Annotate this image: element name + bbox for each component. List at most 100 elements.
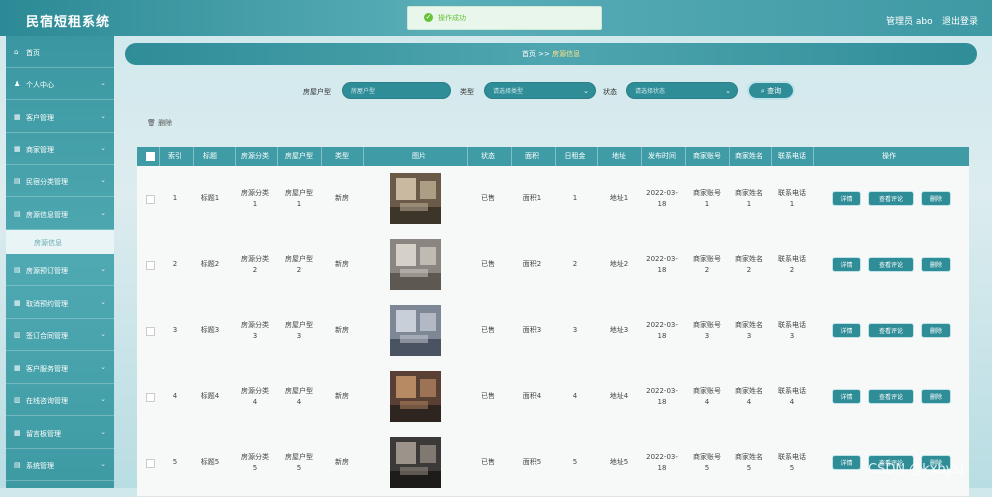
cell-phone: 联系电话 2 bbox=[768, 254, 816, 276]
chevron-down-icon: ⌄ bbox=[100, 112, 106, 120]
sidebar-item-3[interactable]: ▦ 商家管理 ⌄ bbox=[6, 133, 114, 165]
divider bbox=[6, 480, 114, 481]
chevron-down-icon: ⌄ bbox=[100, 176, 106, 184]
table-row: 4 标题4 房源分类 4 房屋户型 4 新房 已售 面积4 4 地址4 2022-03- 18 商家账号 4… bbox=[137, 364, 969, 431]
chevron-down-icon: ⌄ bbox=[100, 79, 106, 87]
cell-phone: 联系电话 4 bbox=[768, 386, 816, 408]
cell-line: 房源分类 bbox=[241, 453, 269, 461]
status-filter-select[interactable]: 请选择状态 ⌄ bbox=[626, 82, 738, 99]
cell-line: 4 bbox=[746, 398, 752, 406]
sidebar-item-label: 取消预约管理 bbox=[26, 300, 68, 308]
sidebar-item-5[interactable]: ▤ 房源信息管理 ⌄ bbox=[6, 198, 114, 230]
menu-icon: ▦ bbox=[14, 145, 21, 153]
cell-line: 房屋户型 bbox=[285, 321, 313, 329]
breadcrumb-home[interactable]: 首页 bbox=[522, 50, 536, 58]
view-comments-button[interactable]: 查看评论 bbox=[868, 191, 914, 206]
detail-button[interactable]: 详情 bbox=[832, 323, 861, 338]
cell-line: 18 bbox=[657, 266, 667, 274]
delete-button[interactable]: 删除 bbox=[921, 191, 951, 206]
type-filter-select[interactable]: 请选择类型 ⌄ bbox=[484, 82, 596, 99]
delete-button[interactable]: 删除 bbox=[921, 257, 951, 272]
cell-line: 4 bbox=[252, 398, 258, 406]
table-row: 1 标题1 房源分类 1 房屋户型 1 新房 已售 面积1 1 地址1 2022-03- 18 商家账号 1… bbox=[137, 166, 969, 233]
header-divider bbox=[467, 147, 468, 166]
delete-button[interactable]: 删除 bbox=[921, 389, 951, 404]
logout-link[interactable]: 退出登录 bbox=[942, 14, 978, 27]
sidebar-item-12[interactable]: ▤ 系统管理 ⌄ bbox=[6, 449, 114, 481]
cell-line: 18 bbox=[657, 200, 667, 208]
cell-cat: 房源分类 5 bbox=[231, 452, 279, 474]
header-divider bbox=[277, 147, 278, 166]
watermark: CSDN @kxbysj bbox=[868, 462, 964, 477]
view-comments-button[interactable]: 查看评论 bbox=[868, 389, 914, 404]
cell-line: 5 bbox=[746, 464, 752, 472]
column-header: 房源分类 bbox=[241, 152, 269, 160]
sidebar-subitem-listings[interactable]: 房源信息 bbox=[6, 230, 114, 254]
cell-date: 2022-03- 18 bbox=[638, 452, 686, 474]
cell-area: 面积2 bbox=[522, 260, 542, 268]
sidebar-item-6[interactable]: ▤ 房源预订管理 ⌄ bbox=[6, 254, 114, 286]
chevron-down-icon: ⌄ bbox=[100, 330, 106, 338]
sidebar-item-label: 个人中心 bbox=[26, 81, 54, 89]
sidebar-item-7[interactable]: ▦ 取消预约管理 ⌄ bbox=[6, 287, 114, 319]
cell-rent: 1 bbox=[572, 194, 578, 202]
cell-line: 商家账号 bbox=[693, 453, 721, 461]
header-divider bbox=[511, 147, 512, 166]
layout-filter-input[interactable]: 房屋户型 bbox=[342, 82, 451, 99]
header-divider bbox=[771, 147, 772, 166]
cell-status: 已售 bbox=[481, 326, 495, 334]
sidebar-item-2[interactable]: ▦ 客户管理 ⌄ bbox=[6, 101, 114, 133]
batch-delete-button[interactable]: 🗑 删除 bbox=[147, 118, 172, 128]
cell-acct: 商家账号 1 bbox=[683, 188, 731, 210]
cell-date: 2022-03- 18 bbox=[638, 254, 686, 276]
cell-line: 2 bbox=[704, 266, 710, 274]
header-divider bbox=[235, 147, 236, 166]
detail-button[interactable]: 详情 bbox=[832, 455, 861, 470]
column-header: 联系电话 bbox=[778, 152, 806, 160]
view-comments-button[interactable]: 查看评论 bbox=[868, 323, 914, 338]
sidebar-item-label: 客户管理 bbox=[26, 114, 54, 122]
cell-line: 2022-03- bbox=[646, 321, 678, 329]
sidebar-item-1[interactable]: ♟ 个人中心 ⌄ bbox=[6, 68, 114, 100]
menu-icon: ▤ bbox=[14, 461, 21, 469]
detail-button[interactable]: 详情 bbox=[832, 191, 861, 206]
cell-line: 3 bbox=[296, 332, 302, 340]
cell-line: 3 bbox=[789, 332, 795, 340]
cell-status: 已售 bbox=[481, 392, 495, 400]
sidebar-item-0[interactable]: ⌂ 首页 bbox=[6, 36, 114, 68]
cell-line: 房屋户型 bbox=[285, 387, 313, 395]
cell-layout: 房屋户型 1 bbox=[275, 188, 323, 210]
sidebar-item-label: 房源预订管理 bbox=[26, 267, 68, 275]
sidebar-item-10[interactable]: ▥ 在线咨询管理 ⌄ bbox=[6, 384, 114, 416]
cell-kind: 新房 bbox=[335, 260, 349, 268]
layout-filter-placeholder: 房屋户型 bbox=[351, 88, 376, 95]
cell-line: 房屋户型 bbox=[285, 453, 313, 461]
cell-line: 联系电话 bbox=[778, 255, 806, 263]
cell-phone: 联系电话 5 bbox=[768, 452, 816, 474]
header-divider bbox=[813, 147, 814, 166]
view-comments-button[interactable]: 查看评论 bbox=[868, 257, 914, 272]
cell-line: 3 bbox=[746, 332, 752, 340]
sidebar-item-8[interactable]: ▥ 签订合同管理 ⌄ bbox=[6, 319, 114, 351]
cell-line: 5 bbox=[252, 464, 258, 472]
toast-text: 操作成功 bbox=[438, 14, 466, 22]
menu-icon: ▦ bbox=[14, 429, 21, 437]
cell-line: 2022-03- bbox=[646, 453, 678, 461]
listing-photo bbox=[390, 173, 441, 224]
sidebar-item-label: 留言板管理 bbox=[26, 430, 61, 438]
search-button[interactable]: ⌕ 查询 bbox=[747, 81, 795, 100]
cell-line: 2 bbox=[789, 266, 795, 274]
sidebar-item-label: 房源信息管理 bbox=[26, 211, 68, 219]
detail-button[interactable]: 详情 bbox=[832, 257, 861, 272]
sidebar-item-11[interactable]: ▦ 留言板管理 ⌄ bbox=[6, 417, 114, 449]
sidebar-item-9[interactable]: ▦ 客户服务管理 ⌄ bbox=[6, 352, 114, 384]
cell-rent: 4 bbox=[572, 392, 578, 400]
trash-icon: 🗑 bbox=[147, 119, 156, 127]
delete-button[interactable]: 删除 bbox=[921, 323, 951, 338]
cell-addr: 地址2 bbox=[609, 260, 629, 268]
sidebar-item-4[interactable]: ▤ 民宿分类管理 ⌄ bbox=[6, 165, 114, 197]
cell-layout: 房屋户型 4 bbox=[275, 386, 323, 408]
detail-button[interactable]: 详情 bbox=[832, 389, 861, 404]
cell-line: 2 bbox=[296, 266, 302, 274]
cell-layout: 房屋户型 2 bbox=[275, 254, 323, 276]
